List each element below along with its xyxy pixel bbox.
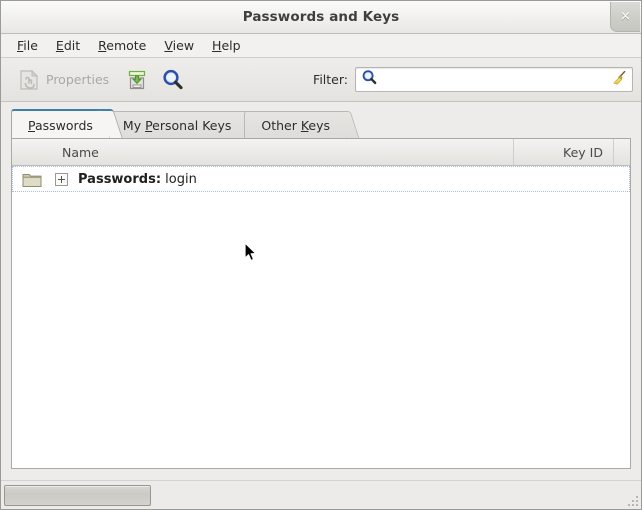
column-header-spacer	[614, 139, 630, 165]
column-header-row: Name Key ID	[12, 139, 630, 166]
menu-mnemonic-view: V	[164, 38, 173, 53]
status-progress-box	[4, 484, 151, 506]
table-row-label: Passwords: login	[78, 172, 197, 187]
plus-expander-icon[interactable]	[55, 172, 68, 186]
properties-label: Properties	[46, 72, 110, 87]
row-label-rest: login	[161, 171, 197, 187]
tab-area: Passwords My Personal Keys Other Keys	[1, 102, 641, 138]
passwords-and-keys-window: Passwords and Keys × File Edit Remote Vi…	[0, 0, 642, 510]
menu-bar: File Edit Remote View Help	[1, 34, 641, 58]
properties-icon	[17, 68, 41, 92]
keys-list-view: Name Key ID Passwords: login	[11, 138, 631, 469]
menu-label-file: ile	[23, 38, 38, 53]
toolbar: Properties Filter:	[1, 58, 641, 102]
tab-passwords-label: Passwords	[28, 117, 93, 133]
tab-passwords[interactable]: Passwords	[11, 109, 123, 138]
menu-item-remote[interactable]: Remote	[89, 36, 155, 55]
broom-clear-icon[interactable]	[610, 69, 628, 91]
table-row[interactable]: Passwords: login	[12, 166, 630, 192]
close-button[interactable]: ×	[610, 2, 640, 32]
menu-label-view: iew	[172, 38, 195, 53]
filter-area: Filter:	[313, 58, 633, 101]
tab-my-personal-keys[interactable]: My Personal Keys	[105, 111, 261, 138]
search-button[interactable]	[155, 65, 191, 95]
column-header-name[interactable]: Name	[12, 139, 514, 165]
status-bar	[1, 480, 641, 509]
window-title: Passwords and Keys	[242, 9, 400, 25]
row-label-bold: Passwords:	[78, 171, 162, 187]
tab-other-keys[interactable]: Other Keys	[244, 111, 360, 138]
import-button[interactable]	[119, 65, 155, 95]
resize-grip-icon[interactable]	[624, 492, 638, 506]
menu-item-edit[interactable]: Edit	[47, 36, 89, 55]
menu-label-remote: emote	[106, 38, 147, 53]
properties-button[interactable]: Properties	[11, 65, 115, 95]
menu-item-help[interactable]: Help	[203, 36, 250, 55]
filter-input[interactable]	[378, 72, 610, 87]
menu-label-help: elp	[221, 38, 241, 53]
close-icon: ×	[620, 9, 631, 24]
tab-other-keys-label: Other Keys	[261, 117, 331, 133]
tab-my-personal-keys-label: My Personal Keys	[122, 117, 232, 133]
menu-mnemonic-edit: E	[55, 38, 64, 53]
menu-item-file[interactable]: File	[8, 36, 47, 55]
column-header-key-id[interactable]: Key ID	[514, 139, 614, 165]
import-keys-icon	[125, 68, 149, 92]
menu-label-edit: dit	[63, 38, 81, 53]
tab-bar: Passwords My Personal Keys Other Keys	[11, 109, 641, 138]
title-bar: Passwords and Keys ×	[1, 1, 641, 34]
filter-search-icon	[361, 69, 378, 90]
menu-item-view[interactable]: View	[155, 36, 203, 55]
folder-icon	[19, 171, 45, 188]
tab-other-keys-edge	[337, 111, 360, 138]
search-icon	[161, 68, 185, 92]
filter-field[interactable]	[355, 67, 633, 92]
filter-label: Filter:	[313, 72, 348, 87]
